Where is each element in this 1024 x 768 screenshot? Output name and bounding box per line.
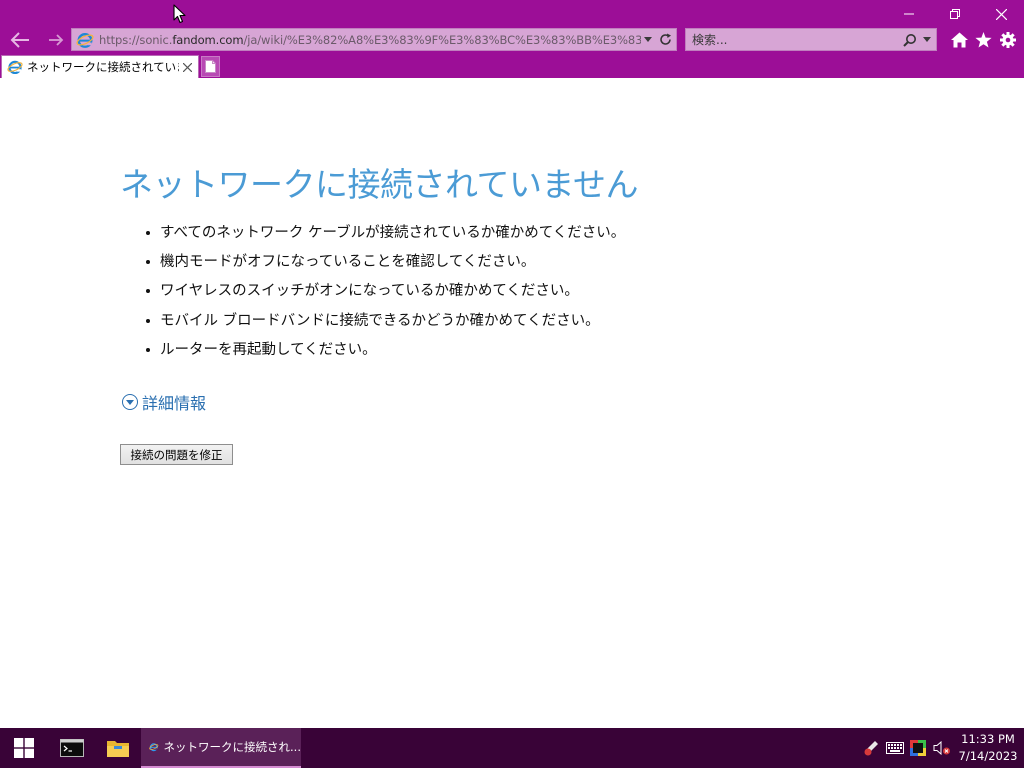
forward-arrow-icon xyxy=(49,34,64,46)
tray-volume-icon[interactable] xyxy=(932,738,952,758)
new-tab-icon xyxy=(205,60,216,73)
browser-titlebar: https://sonic.fandom.com/ja/wiki/%E3%82%… xyxy=(0,0,1024,78)
taskbar-internet-explorer[interactable]: ネットワークに接続され... xyxy=(141,728,301,768)
page-content: ネットワークに接続されていません すべてのネットワーク ケーブルが接続されている… xyxy=(0,78,1024,728)
gear-icon xyxy=(1000,32,1016,48)
search-button[interactable] xyxy=(900,29,920,50)
folder-icon xyxy=(107,741,129,757)
taskbar-clock[interactable]: 11:33 PM 7/14/2023 xyxy=(956,731,1020,765)
tray-keyboard-icon[interactable] xyxy=(885,738,905,758)
tray-app-icon[interactable] xyxy=(908,738,928,758)
clock-time: 11:33 PM xyxy=(961,732,1015,746)
new-tab-button[interactable] xyxy=(201,56,220,77)
back-button[interactable] xyxy=(6,28,34,52)
tab-current[interactable]: ネットワークに接続されていません xyxy=(1,55,199,78)
ie-logo-icon xyxy=(149,743,159,752)
speaker-muted-icon xyxy=(933,741,950,755)
address-bar[interactable]: https://sonic.fandom.com/ja/wiki/%E3%82%… xyxy=(71,28,677,51)
search-input[interactable] xyxy=(686,29,900,50)
list-item: ルーターを再起動してください。 xyxy=(146,340,625,369)
minimize-button[interactable] xyxy=(886,0,932,28)
address-dropdown-button[interactable] xyxy=(641,29,655,50)
refresh-button[interactable] xyxy=(655,29,675,50)
minimize-icon xyxy=(904,13,914,15)
back-arrow-icon xyxy=(10,32,29,48)
expand-chevron-icon xyxy=(122,394,138,410)
restore-icon xyxy=(950,9,960,19)
troubleshooting-list: すべてのネットワーク ケーブルが接続されているか確かめてください。 機内モードが… xyxy=(146,223,625,369)
start-button[interactable] xyxy=(0,728,48,768)
tab-close-button[interactable] xyxy=(179,59,195,75)
favorites-button[interactable] xyxy=(971,28,995,52)
window-controls xyxy=(886,0,1024,28)
forward-button[interactable] xyxy=(42,28,70,52)
mouse-cursor-icon xyxy=(173,4,186,24)
clock-date: 7/14/2023 xyxy=(958,749,1018,763)
close-icon xyxy=(182,62,192,72)
tab-title: ネットワークに接続されていません xyxy=(27,60,179,74)
error-heading: ネットワークに接続されていません xyxy=(120,165,639,204)
console-icon xyxy=(60,739,84,757)
fix-connection-button[interactable]: 接続の問題を修正 xyxy=(120,444,233,465)
windows-logo-icon xyxy=(14,738,34,758)
chevron-down-icon xyxy=(923,37,931,42)
chevron-down-icon xyxy=(644,37,652,42)
color-app-icon xyxy=(910,740,926,756)
taskbar-command-prompt[interactable] xyxy=(48,728,96,768)
home-button[interactable] xyxy=(947,28,971,52)
search-box[interactable] xyxy=(685,28,937,51)
close-window-button[interactable] xyxy=(978,0,1024,28)
search-icon xyxy=(903,33,916,47)
close-icon xyxy=(995,8,1007,20)
home-icon xyxy=(950,32,968,48)
more-info-label: 詳細情報 xyxy=(142,394,207,413)
taskbar-file-explorer[interactable] xyxy=(94,728,142,768)
url-text: https://sonic.fandom.com/ja/wiki/%E3%82%… xyxy=(99,32,641,47)
list-item: モバイル ブロードバンドに接続できるかどうか確かめてください。 xyxy=(146,311,625,340)
list-item: 機内モードがオフになっていることを確認してください。 xyxy=(146,252,625,281)
search-provider-dropdown[interactable] xyxy=(920,29,934,50)
tools-button[interactable] xyxy=(996,28,1020,52)
tray-notification-icon[interactable] xyxy=(861,738,881,758)
list-item: すべてのネットワーク ケーブルが接続されているか確かめてください。 xyxy=(146,223,625,252)
taskbar: ネットワークに接続され... 11:33 PM 7/14/2023 xyxy=(0,728,1024,768)
ie-logo-icon xyxy=(7,60,23,75)
pen-warning-icon xyxy=(864,741,878,756)
more-info-link[interactable]: 詳細情報 xyxy=(122,390,206,414)
ie-logo-icon xyxy=(76,32,94,48)
list-item: ワイヤレスのスイッチがオンになっているか確かめてください。 xyxy=(146,281,625,310)
star-icon xyxy=(974,32,992,48)
restore-button[interactable] xyxy=(932,0,978,28)
refresh-icon xyxy=(659,33,671,45)
keyboard-icon xyxy=(886,742,904,754)
taskbar-window-label: ネットワークに接続され... xyxy=(163,740,301,754)
